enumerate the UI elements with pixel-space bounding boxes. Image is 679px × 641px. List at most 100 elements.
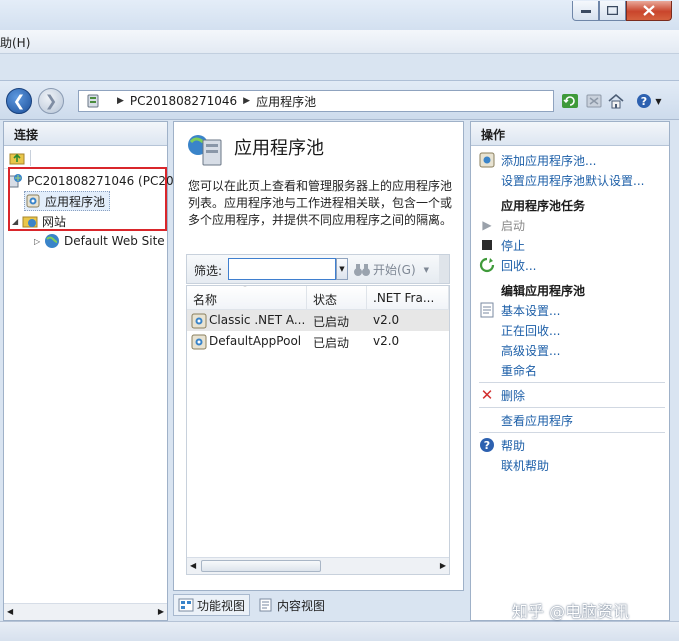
home-icon [608,93,624,109]
minimize-button[interactable] [572,1,599,21]
breadcrumb-app-pools[interactable]: 应用程序池 [256,93,316,110]
navigation-bar: ❮ ❯ ▶ PC201808271046 ▶ 应用程序池 ? ▼ [0,80,679,120]
set-defaults-action[interactable]: 设置应用程序池默认设置... [501,170,644,190]
sort-ascending-icon: ˄ [243,286,247,293]
svg-text:?: ? [484,439,490,452]
app-pools-grid: 名称 ˄ 状态 .NET Fra... Classic .NET A... 已启… [186,285,450,575]
chevron-right-icon: ▶ [117,96,124,106]
online-help-action[interactable]: 联机帮助 [501,455,549,475]
cell-net-version: v2.0 [373,334,400,348]
horizontal-scrollbar[interactable]: ◀ ▶ [4,603,167,620]
chevron-down-icon: ▼ [423,265,430,274]
menu-help[interactable]: 助(H) [0,34,30,51]
view-tabs: 功能视图 内容视图 [173,592,333,618]
server-icon [85,93,105,109]
chevron-down-icon: ▼ [339,265,345,273]
cell-status: 已启动 [313,315,350,329]
recycle-action[interactable]: 回收... [479,255,536,275]
start-action: ▶ 启动 [479,215,525,235]
expand-arrow-icon[interactable]: ▷ [34,237,44,246]
home-button[interactable] [606,91,626,111]
tree-label-sites: 网站 [42,214,67,229]
view-apps-action[interactable]: 查看应用程序 [501,410,573,430]
globe-icon [44,233,60,249]
add-app-pool-icon [479,152,495,168]
content-view-icon [259,598,272,612]
filter-dropdown[interactable]: ▼ [336,258,348,280]
toolbar-divider [30,150,31,166]
column-header-name[interactable]: 名称 ˄ [187,286,307,310]
scroll-left-icon[interactable]: ◀ [7,607,13,616]
server-icon [7,173,23,189]
tasks-header: 应用程序池任务 [501,195,585,215]
action-label: 正在回收... [501,323,561,338]
app-pool-large-icon [186,132,224,169]
scroll-thumb[interactable] [201,560,321,572]
scroll-right-icon[interactable]: ▶ [158,607,164,616]
help-icon: ? [637,94,652,108]
tree-label-default-site: Default Web Site [64,234,165,248]
tab-features-view[interactable]: 功能视图 [173,594,251,616]
refresh-button[interactable] [560,91,580,111]
tree-item-default-site[interactable]: ▷ Default Web Site [34,231,165,251]
tree-item-server[interactable]: PC201808271046 (PC20 [7,171,174,191]
menu-bar: 助(H) [0,30,679,54]
cell-name: DefaultAppPool [209,334,302,348]
svg-text:?: ? [641,95,647,108]
tree-item-app-pools[interactable]: 应用程序池 [24,191,111,211]
action-label: 重命名 [501,363,538,378]
forward-button[interactable]: ❯ [38,88,64,114]
action-label: 停止 [501,238,526,253]
table-row[interactable]: DefaultAppPool 已启动 v2.0 [187,331,449,352]
rename-action[interactable]: 重命名 [501,360,537,380]
action-label: 添加应用程序池... [501,153,597,168]
chevron-down-icon: ▼ [655,96,662,106]
connections-toolbar [4,147,167,169]
watermark: 知乎 @电脑资讯 [512,602,630,621]
breadcrumb-server[interactable]: PC201808271046 [130,94,237,108]
close-button[interactable] [626,1,672,21]
recycling-action[interactable]: 正在回收... [501,320,560,340]
column-header-net[interactable]: .NET Fra... [367,286,449,310]
divider [479,407,665,408]
advanced-settings-action[interactable]: 高级设置... [501,340,560,360]
stop-button[interactable] [584,91,604,111]
table-row[interactable]: Classic .NET A... 已启动 v2.0 [187,310,449,331]
app-pool-icon [191,334,207,353]
collapse-arrow-icon[interactable]: ◢ [12,217,22,226]
filter-input[interactable] [228,258,336,280]
tree-item-sites[interactable]: ◢ 网站 [12,211,66,231]
arrow-right-icon: ❯ [44,92,58,110]
binoculars-icon [354,263,370,276]
start-filter-button[interactable]: 开始(G) ▼ [353,261,429,278]
chevron-right-icon: ▶ [243,96,251,106]
grid-horizontal-scrollbar[interactable]: ◀ ▶ [187,557,449,574]
help-icon: ? [479,437,495,453]
connections-pane: 连接 PC201808271046 (PC20 应用程序池 ◢ 网站 ▷ Def… [3,121,174,621]
section-header: 编辑应用程序池 [501,283,586,298]
features-view-icon [178,598,194,612]
back-button[interactable]: ❮ [6,88,32,114]
maximize-icon [607,6,618,15]
actions-pane: 操作 添加应用程序池... 设置应用程序池默认设置... 应用程序池任务 ▶ 启… [470,121,670,621]
action-label: 删除 [501,388,526,403]
column-label-net: .NET Fra... [373,291,435,305]
action-label: 查看应用程序 [501,413,574,428]
basic-settings-action[interactable]: 基本设置... [479,300,560,320]
delete-action[interactable]: ✕ 删除 [479,385,525,405]
stop-action[interactable]: 停止 [479,235,525,255]
action-label: 启动 [501,218,526,233]
column-header-status[interactable]: 状态 [307,286,367,310]
help-action[interactable]: ? 帮助 [479,435,525,455]
start-label: 开始(G) [373,263,416,277]
tab-content-view[interactable]: 内容视图 [254,594,329,616]
help-menu-button[interactable]: ? ▼ [632,91,666,111]
connect-button[interactable] [9,150,25,169]
address-bar[interactable]: ▶ PC201808271046 ▶ 应用程序池 [78,90,554,112]
maximize-button[interactable] [599,1,626,21]
scroll-right-icon[interactable]: ▶ [440,561,446,570]
add-app-pool-action[interactable]: 添加应用程序池... [479,150,596,170]
filter-scroll-handle[interactable] [439,255,449,283]
tab-label: 功能视图 [197,598,246,613]
scroll-left-icon[interactable]: ◀ [190,561,196,570]
